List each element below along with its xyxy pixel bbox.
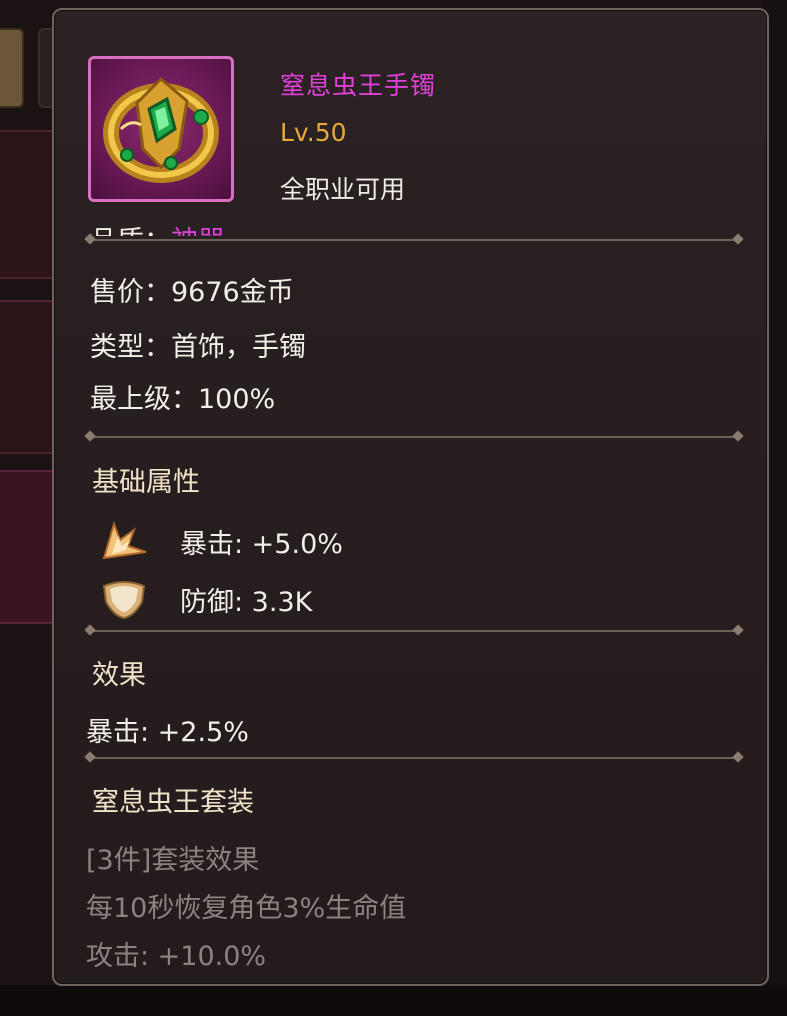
divider: [90, 436, 738, 438]
golden-bracelet-emerald-icon: [103, 76, 219, 183]
type-row: 类型：首饰，手镯: [90, 325, 306, 364]
background-footer: [0, 985, 787, 1016]
base-stat-crit: 暴击: +5.0%: [180, 529, 343, 560]
price-row: 售价：9676金币: [90, 270, 294, 309]
quality-row: 品质：神器: [90, 216, 225, 236]
price-label: 售价：: [90, 277, 171, 308]
background-slot: [0, 28, 24, 108]
upgrade-value: 100%: [198, 384, 276, 415]
divider: [90, 239, 738, 241]
set-bonus-line: 攻击: +10.0%: [86, 941, 267, 972]
item-icon-frame: [88, 56, 234, 202]
type-label: 类型：: [90, 332, 171, 363]
type-value: 首饰，手镯: [171, 332, 306, 363]
divider: [90, 630, 738, 632]
set-bonus-header: [3件]套装效果: [86, 845, 260, 876]
shield-icon: [102, 581, 146, 620]
effect-line: 暴击: +2.5%: [86, 717, 249, 748]
set-bonus-line: 每10秒恢复角色3%生命值: [86, 893, 407, 924]
quality-value: 神器: [171, 226, 225, 236]
set-title: 窒息虫王套装: [92, 787, 254, 818]
item-level: Lv.50: [280, 118, 347, 147]
base-stat-defense: 防御: 3.3K: [180, 587, 313, 618]
effects-title: 效果: [92, 660, 146, 691]
quality-label: 品质：: [90, 226, 171, 236]
item-name: 窒息虫王手镯: [280, 71, 437, 100]
base-attributes-title: 基础属性: [92, 467, 200, 498]
upgrade-label: 最上级：: [90, 384, 198, 415]
upgrade-row: 最上级：100%: [90, 377, 275, 416]
price-value: 9676金币: [171, 277, 294, 308]
divider: [90, 757, 738, 759]
item-tooltip: 窒息虫王手镯 Lv.50 全职业可用 品质：神器 售价：9676金币 类型：首饰…: [52, 8, 769, 986]
item-class-restriction: 全职业可用: [280, 175, 406, 204]
crit-burst-icon: [102, 520, 147, 560]
